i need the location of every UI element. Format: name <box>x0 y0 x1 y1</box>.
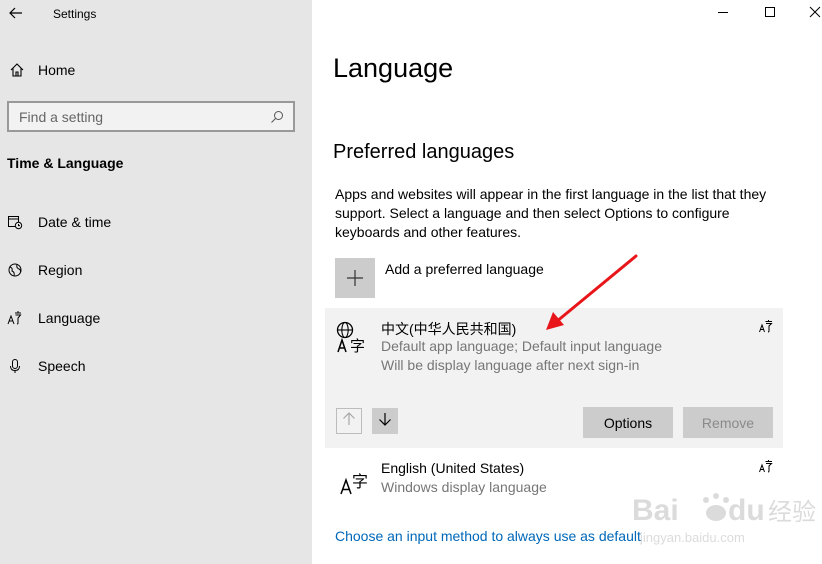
language-name: 中文(中华人民共和国) <box>381 321 517 337</box>
sidebar-item-home[interactable]: Home <box>0 54 312 86</box>
display-language-badge-icon <box>759 319 773 336</box>
svg-text:du: du <box>728 494 765 527</box>
calendar-clock-icon <box>6 214 24 230</box>
globe-icon <box>6 262 24 278</box>
page-title: Language <box>333 53 454 83</box>
sidebar-item-label: Date & time <box>38 214 112 230</box>
language-globe-icon: 字 <box>335 320 369 355</box>
remove-button[interactable]: Remove <box>683 407 773 438</box>
svg-text:字: 字 <box>352 472 368 491</box>
section-title: Preferred languages <box>333 141 515 163</box>
svg-text:Bai: Bai <box>632 494 679 527</box>
add-language-label: Add a preferred language <box>385 261 544 277</box>
sidebar-item-region[interactable]: Region <box>0 253 312 287</box>
language-detail: Windows display language <box>381 479 547 495</box>
arrow-down-icon <box>378 412 392 431</box>
arrow-up-icon <box>342 411 356 431</box>
language-icon <box>6 310 24 326</box>
close-button[interactable] <box>793 0 822 28</box>
svg-text:字: 字 <box>350 337 365 354</box>
sidebar-item-label: Speech <box>38 358 86 374</box>
microphone-icon <box>6 358 24 374</box>
options-button[interactable]: Options <box>583 407 673 438</box>
plus-icon <box>335 258 375 298</box>
move-down-button[interactable] <box>372 408 398 434</box>
sidebar-home-label: Home <box>38 62 76 78</box>
svg-text:经验: 经验 <box>768 498 816 526</box>
home-icon <box>6 62 28 78</box>
search-box <box>7 101 295 132</box>
annotation-arrow-icon <box>546 254 638 330</box>
svg-text:jingyan.baidu.com: jingyan.baidu.com <box>639 530 745 545</box>
sidebar-section-title: Time & Language <box>7 155 124 171</box>
window-title: Settings <box>53 7 97 21</box>
language-icon: 字 <box>339 462 373 496</box>
sidebar-item-speech[interactable]: Speech <box>0 349 312 383</box>
back-arrow-icon[interactable] <box>7 4 25 22</box>
move-up-button[interactable] <box>336 408 362 434</box>
maximize-button[interactable] <box>748 0 792 28</box>
language-detail: Will be display language after next sign… <box>381 357 640 373</box>
add-language-button[interactable]: Add a preferred language <box>335 258 544 298</box>
language-name: English (United States) <box>381 460 525 476</box>
language-detail: Default app language; Default input lang… <box>381 338 662 354</box>
sidebar: Settings Home Time & Language Date & tim… <box>0 0 312 564</box>
sidebar-item-label: Language <box>38 310 101 326</box>
sidebar-item-language[interactable]: Language <box>0 301 312 335</box>
search-input[interactable] <box>19 108 269 125</box>
minimize-button[interactable] <box>701 0 745 28</box>
search-icon[interactable] <box>269 109 285 125</box>
input-method-link[interactable]: Choose an input method to always use as … <box>335 528 641 544</box>
watermark-logo: Bai du 经验 jingyan.baidu.com <box>632 493 816 545</box>
minimize-icon <box>717 5 729 23</box>
maximize-icon <box>764 5 776 23</box>
sidebar-item-label: Region <box>38 262 83 278</box>
section-description: Apps and websites will appear in the fir… <box>335 186 767 240</box>
close-icon <box>809 5 821 23</box>
display-language-badge-icon <box>759 459 773 476</box>
sidebar-item-date-time[interactable]: Date & time <box>0 205 312 239</box>
